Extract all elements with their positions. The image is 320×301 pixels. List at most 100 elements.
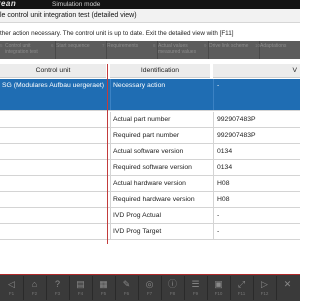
f6-button[interactable]: ✎ F6 (115, 276, 139, 300)
tab-label: Requirements (107, 43, 139, 49)
back-icon: ◁ (8, 279, 15, 289)
f8-button[interactable]: ⓘ F8 (161, 276, 185, 300)
control-unit-cell (0, 176, 106, 191)
column-header-identification[interactable]: Identification (110, 64, 210, 78)
value-cell: - (213, 224, 300, 239)
identification-cell: Actual software version (110, 144, 210, 159)
status-hint: ther action necessary. The control unit … (0, 30, 234, 37)
home-icon: ⌂ (31, 279, 38, 289)
table-row[interactable]: Required hardware version H08 (0, 192, 300, 208)
key-label: F3 (54, 291, 61, 296)
table-row[interactable]: IVD Prog Target - (0, 224, 300, 240)
print-icon: ▦ (99, 279, 108, 289)
identification-cell: Actual hardware version (110, 176, 210, 191)
control-unit-cell: SG (Modulares Aufbau uergeraet) (2, 82, 105, 89)
identification-cell: Actual part number (110, 112, 210, 127)
tab-start-sequence[interactable]: 6 Start sequence (49, 41, 107, 59)
tab-index: 7 (102, 43, 105, 48)
key-label: F5 (100, 291, 107, 296)
brand-logo: yean (0, 0, 17, 8)
f11-button[interactable]: ⤢ F11 (230, 276, 254, 300)
f10-button[interactable]: ▣ F10 (207, 276, 231, 300)
key-label: F10 (214, 291, 223, 296)
key-label: F12 (260, 291, 269, 296)
f1-button[interactable]: ◁ F1 (0, 276, 24, 300)
key-label: F8 (169, 291, 176, 296)
top-bar: yean Simulation mode (0, 0, 300, 9)
table-row[interactable]: Actual part number 992907483P (0, 112, 300, 128)
forward-icon: ▷ (261, 279, 268, 289)
key-label: F6 (123, 291, 130, 296)
table-row[interactable]: Actual software version 0134 (0, 144, 300, 160)
column-header-value[interactable]: V (213, 64, 300, 78)
f12-button[interactable]: ▷ F12 (253, 276, 277, 300)
tab-actual-values[interactable]: 8 Actual values measured values (151, 41, 209, 59)
column-header-control-unit[interactable]: Control unit (0, 64, 106, 78)
tab-label: Control unit integration test (5, 43, 38, 55)
key-label: F2 (31, 291, 38, 296)
control-unit-cell (0, 128, 106, 143)
tab-index: 5 (0, 43, 3, 48)
identification-cell: IVD Prog Actual (110, 208, 210, 223)
tab-drive-link-scheme[interactable]: 9 Drive link scheme (202, 41, 260, 59)
value-cell: 992907483P (213, 128, 300, 143)
table-row[interactable]: IVD Prog Actual - (0, 208, 300, 224)
key-label: F1 (8, 291, 15, 296)
value-cell: H08 (213, 192, 300, 207)
control-unit-cell (0, 192, 106, 207)
function-tab-strip: 5 Control unit integration test 6 Start … (0, 41, 300, 59)
tab-label: Adaptations (260, 43, 287, 49)
key-label: F7 (146, 291, 153, 296)
identification-cell: Required hardware version (110, 192, 210, 207)
close-icon: ✕ (283, 279, 292, 289)
tab-label: Actual values measured values (158, 43, 197, 55)
simulation-mode-label: Simulation mode (52, 1, 101, 8)
table-row[interactable]: Required software version 0134 (0, 160, 300, 176)
document-icon: ▤ (76, 279, 85, 289)
list-icon: ☰ (191, 279, 200, 289)
measure-icon: ◎ (145, 279, 154, 289)
tab-adaptations[interactable]: 10 Adaptations (253, 41, 310, 59)
identification-cell: Required software version (110, 160, 210, 175)
identification-cell: Required part number (110, 128, 210, 143)
f9-button[interactable]: ☰ F9 (184, 276, 208, 300)
key-label: F11 (237, 291, 246, 296)
value-cell: H08 (213, 176, 300, 191)
f2-button[interactable]: ⌂ F2 (23, 276, 47, 300)
f3-button[interactable]: ? F3 (46, 276, 70, 300)
value-cell: - (213, 208, 300, 223)
tab-requirements[interactable]: 7 Requirements (100, 41, 158, 59)
value-cell: 0134 (213, 160, 300, 175)
detail-icon: ▣ (214, 279, 223, 289)
tab-label: Start sequence (56, 43, 90, 49)
tab-index: 9 (204, 43, 207, 48)
key-label: F9 (192, 291, 199, 296)
table-row-selected[interactable]: SG (Modulares Aufbau uergeraet) Necessar… (0, 79, 300, 111)
page-title: le control unit integration test (detail… (0, 12, 137, 19)
control-unit-cell (0, 112, 106, 127)
control-unit-cell (0, 224, 106, 239)
title-bar: le control unit integration test (detail… (0, 9, 300, 23)
tools-icon: ✎ (122, 279, 131, 289)
column-divider (107, 64, 108, 244)
control-unit-cell (0, 144, 106, 159)
value-cell: - (213, 79, 300, 110)
detail-table: Control unit Identification V SG (Modula… (0, 64, 300, 244)
table-row[interactable]: Required part number 992907483P (0, 128, 300, 144)
f7-button[interactable]: ◎ F7 (138, 276, 162, 300)
value-cell: 992907483P (213, 112, 300, 127)
function-key-bar: ◁ F1 ⌂ F2 ? F3 ▤ F4 ▦ F5 ✎ F6 ◎ F7 ⓘ F8 … (0, 274, 300, 301)
f5-button[interactable]: ▦ F5 (92, 276, 116, 300)
identification-cell: Necessary action (110, 79, 210, 110)
tab-index: 6 (51, 43, 54, 48)
tab-control-unit-integration-test[interactable]: 5 Control unit integration test (0, 41, 56, 59)
exit-detail-icon: ⤢ (237, 279, 246, 289)
key-label: F4 (77, 291, 84, 296)
close-button[interactable]: ✕ (276, 276, 299, 300)
f4-button[interactable]: ▤ F4 (69, 276, 93, 300)
control-unit-cell (0, 208, 106, 223)
value-cell: 0134 (213, 144, 300, 159)
identification-cell: IVD Prog Target (110, 224, 210, 239)
table-row[interactable]: Actual hardware version H08 (0, 176, 300, 192)
help-icon: ? (54, 279, 60, 289)
